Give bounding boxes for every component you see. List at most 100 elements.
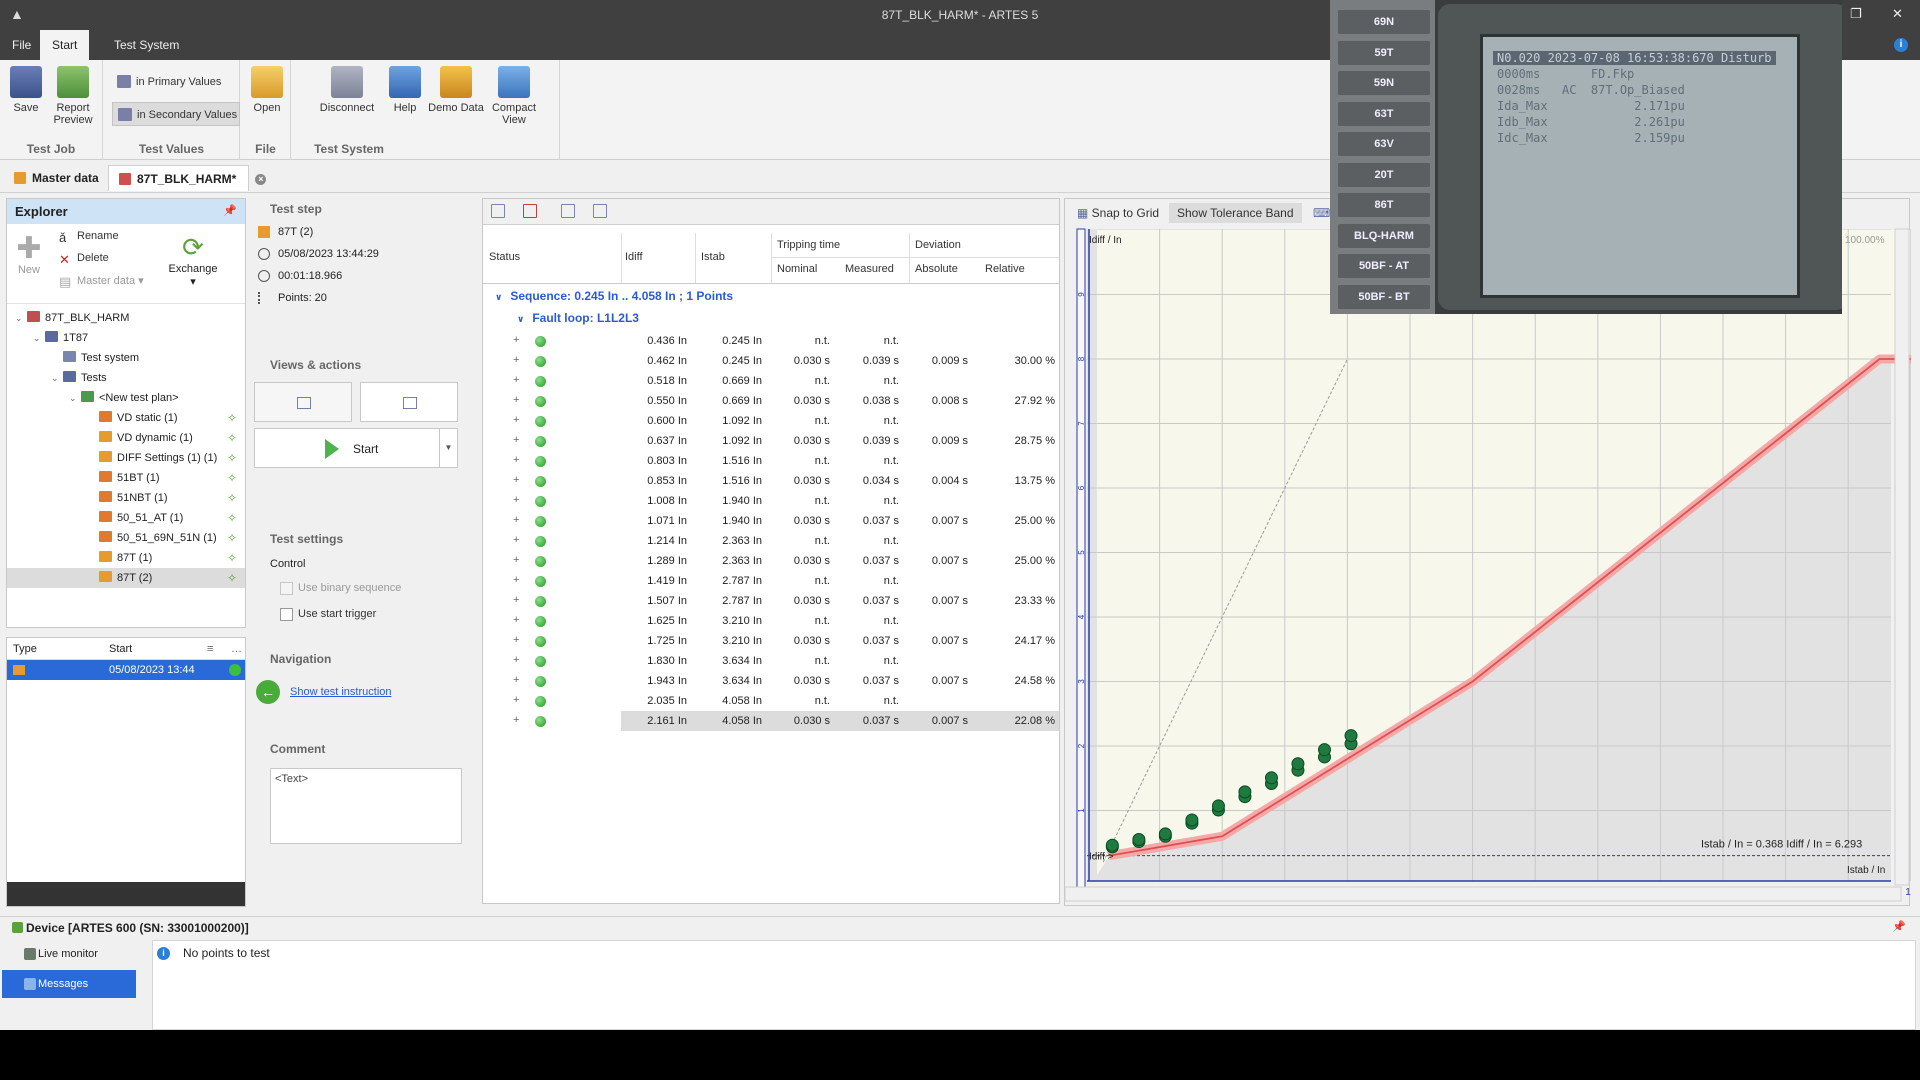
col-istab[interactable]: Istab xyxy=(701,251,725,263)
device-pin-icon[interactable]: 📌 xyxy=(1892,920,1906,933)
test-point[interactable] xyxy=(1185,813,1199,827)
expand-row-icon[interactable]: + xyxy=(513,494,519,506)
test-point[interactable] xyxy=(1105,838,1119,852)
exchange-button[interactable]: ⟳ Exchange ▾ xyxy=(163,232,223,288)
expand-row-icon[interactable]: + xyxy=(513,334,519,346)
expand-row-icon[interactable]: + xyxy=(513,374,519,386)
expand-row-icon[interactable]: + xyxy=(513,414,519,426)
filter-icon[interactable]: ≡ xyxy=(207,643,213,655)
test-point[interactable] xyxy=(1344,729,1358,743)
expand-row-icon[interactable]: + xyxy=(513,634,519,646)
test-point[interactable] xyxy=(1158,827,1172,841)
table-row[interactable]: +0.803 In 1.516 In n.t. n.t. xyxy=(483,451,1059,471)
table-row[interactable]: +0.637 In 1.092 In 0.030 s 0.039 s 0.009 s 28… xyxy=(483,431,1059,451)
table-row[interactable]: +1.289 In 2.363 In 0.030 s 0.037 s 0.007 s 25… xyxy=(483,551,1059,571)
expand-row-icon[interactable]: + xyxy=(513,434,519,446)
table-row[interactable]: +1.071 In 1.940 In 0.030 s 0.037 s 0.007 s 25… xyxy=(483,511,1059,531)
tree-item[interactable]: VD dynamic (1) ✧ xyxy=(7,428,245,448)
expand-row-icon[interactable]: + xyxy=(513,514,519,526)
close-window-icon[interactable]: ✕ xyxy=(1892,6,1903,22)
chevron-down-icon[interactable]: ⌄ xyxy=(33,328,45,348)
tree-item[interactable]: 51BT (1) ✧ xyxy=(7,468,245,488)
col-deviation[interactable]: Deviation xyxy=(915,239,961,251)
open-button[interactable]: Open xyxy=(241,66,293,114)
snap-to-grid-button[interactable]: ▦ Snap to Grid xyxy=(1069,203,1167,223)
expand-row-icon[interactable]: + xyxy=(513,714,519,726)
table-row[interactable]: +1.419 In 2.787 In n.t. n.t. xyxy=(483,571,1059,591)
vertical-scrollbar[interactable] xyxy=(1894,228,1910,886)
col-absolute[interactable]: Absolute xyxy=(915,263,958,275)
expand-row-icon[interactable]: + xyxy=(513,534,519,546)
columns-icon[interactable] xyxy=(593,204,607,218)
use-binary-sequence-checkbox[interactable]: Use binary sequence xyxy=(280,582,401,595)
expand-row-icon[interactable]: + xyxy=(513,574,519,586)
test-point[interactable] xyxy=(1238,785,1252,799)
tab-master-data[interactable]: Master data xyxy=(4,165,111,191)
expand-row-icon[interactable]: + xyxy=(513,594,519,606)
chevron-down-icon[interactable]: ⌄ xyxy=(69,388,81,408)
col-start[interactable]: Start xyxy=(109,643,132,655)
help-button[interactable]: Help xyxy=(386,66,424,114)
table-row[interactable]: +1.830 In 3.634 In n.t. n.t. xyxy=(483,651,1059,671)
expand-row-icon[interactable]: + xyxy=(513,614,519,626)
master-data-button[interactable]: ▤ Master data ▾ xyxy=(59,274,144,289)
view-table-button[interactable] xyxy=(254,382,352,422)
table-row[interactable]: +0.853 In 1.516 In 0.030 s 0.034 s 0.004 s 13… xyxy=(483,471,1059,491)
expand-row-icon[interactable]: + xyxy=(513,674,519,686)
start-dropdown-icon[interactable]: ▼ xyxy=(439,429,457,467)
show-test-instruction-link[interactable]: Show test instruction xyxy=(290,686,392,698)
save-button[interactable]: Save xyxy=(0,66,52,114)
secondary-values-button[interactable]: in Secondary Values xyxy=(112,102,240,126)
expand-row-icon[interactable]: + xyxy=(513,694,519,706)
clear-results-icon[interactable] xyxy=(523,204,537,218)
tree-item[interactable]: ⌄ 1T87 xyxy=(7,328,245,348)
table-row[interactable]: +1.725 In 3.210 In 0.030 s 0.037 s 0.007 s 24… xyxy=(483,631,1059,651)
tree-item[interactable]: DIFF Settings (1) (1) ✧ xyxy=(7,448,245,468)
primary-values-button[interactable]: in Primary Values xyxy=(112,70,236,94)
new-button[interactable]: ✚ New xyxy=(13,234,45,277)
test-point[interactable] xyxy=(1291,757,1305,771)
expand-row-icon[interactable]: + xyxy=(513,454,519,466)
table-row[interactable]: +0.518 In 0.669 In n.t. n.t. xyxy=(483,371,1059,391)
table-row[interactable]: +2.161 In 4.058 In 0.030 s 0.037 s 0.007 s 22… xyxy=(483,711,1059,731)
tree-item[interactable]: 50_51_AT (1) ✧ xyxy=(7,508,245,528)
table-row[interactable]: +1.625 In 3.210 In n.t. n.t. xyxy=(483,611,1059,631)
tree-item[interactable]: Test system xyxy=(7,348,245,368)
disconnect-button[interactable]: Disconnect xyxy=(312,66,382,114)
use-start-trigger-checkbox[interactable]: Use start trigger xyxy=(280,608,376,621)
export-table-icon[interactable] xyxy=(491,204,505,218)
table-row[interactable]: +1.214 In 2.363 In n.t. n.t. xyxy=(483,531,1059,551)
test-point[interactable] xyxy=(1264,771,1278,785)
message-row[interactable]: i No points to test xyxy=(157,944,270,962)
horizontal-scrollbar[interactable] xyxy=(1065,886,1902,902)
compact-view-button[interactable]: Compact View xyxy=(488,66,540,126)
col-measured[interactable]: Measured xyxy=(845,263,894,275)
expand-row-icon[interactable]: + xyxy=(513,554,519,566)
delete-button[interactable]: ✕ Delete xyxy=(59,252,109,267)
tree-item[interactable]: 87T (1) ✧ xyxy=(7,548,245,568)
copy-results-icon[interactable] xyxy=(561,204,575,218)
differential-characteristic-chart[interactable]: 12345678910111213123456789Idiff / InIsta… xyxy=(1065,225,1911,905)
table-row[interactable]: +0.550 In 0.669 In 0.030 s 0.038 s 0.008 s 27… xyxy=(483,391,1059,411)
tree-item[interactable]: ⌄ Tests xyxy=(7,368,245,388)
sequence-group-row[interactable]: ∨ Sequence: 0.245 In .. 4.058 In ; 1 Poin… xyxy=(495,289,733,303)
rename-button[interactable]: ǎ Rename xyxy=(59,230,119,245)
chevron-down-icon[interactable]: ⌄ xyxy=(15,308,27,328)
menu-tab-file[interactable]: File xyxy=(0,30,43,60)
tree-item[interactable]: ⌄ 87T_BLK_HARM xyxy=(7,308,245,328)
tree-item[interactable]: 51NBT (1) ✧ xyxy=(7,488,245,508)
table-row[interactable]: +1.507 In 2.787 In 0.030 s 0.037 s 0.007 s 23… xyxy=(483,591,1059,611)
col-idiff[interactable]: Idiff xyxy=(625,251,643,263)
col-nominal[interactable]: Nominal xyxy=(777,263,817,275)
live-monitor-tab[interactable]: Live monitor xyxy=(2,940,136,968)
restore-window-icon[interactable]: ❐ xyxy=(1850,6,1862,22)
test-point[interactable] xyxy=(1317,743,1331,757)
test-point[interactable] xyxy=(1211,799,1225,813)
run-list-row[interactable]: 05/08/2023 13:44 xyxy=(7,660,245,680)
expand-row-icon[interactable]: + xyxy=(513,354,519,366)
expand-row-icon[interactable]: + xyxy=(513,474,519,486)
expand-row-icon[interactable]: + xyxy=(513,654,519,666)
col-status[interactable]: Status xyxy=(489,251,520,263)
chevron-down-icon[interactable]: ⌄ xyxy=(51,368,63,388)
show-tolerance-band-button[interactable]: Show Tolerance Band xyxy=(1169,203,1302,223)
